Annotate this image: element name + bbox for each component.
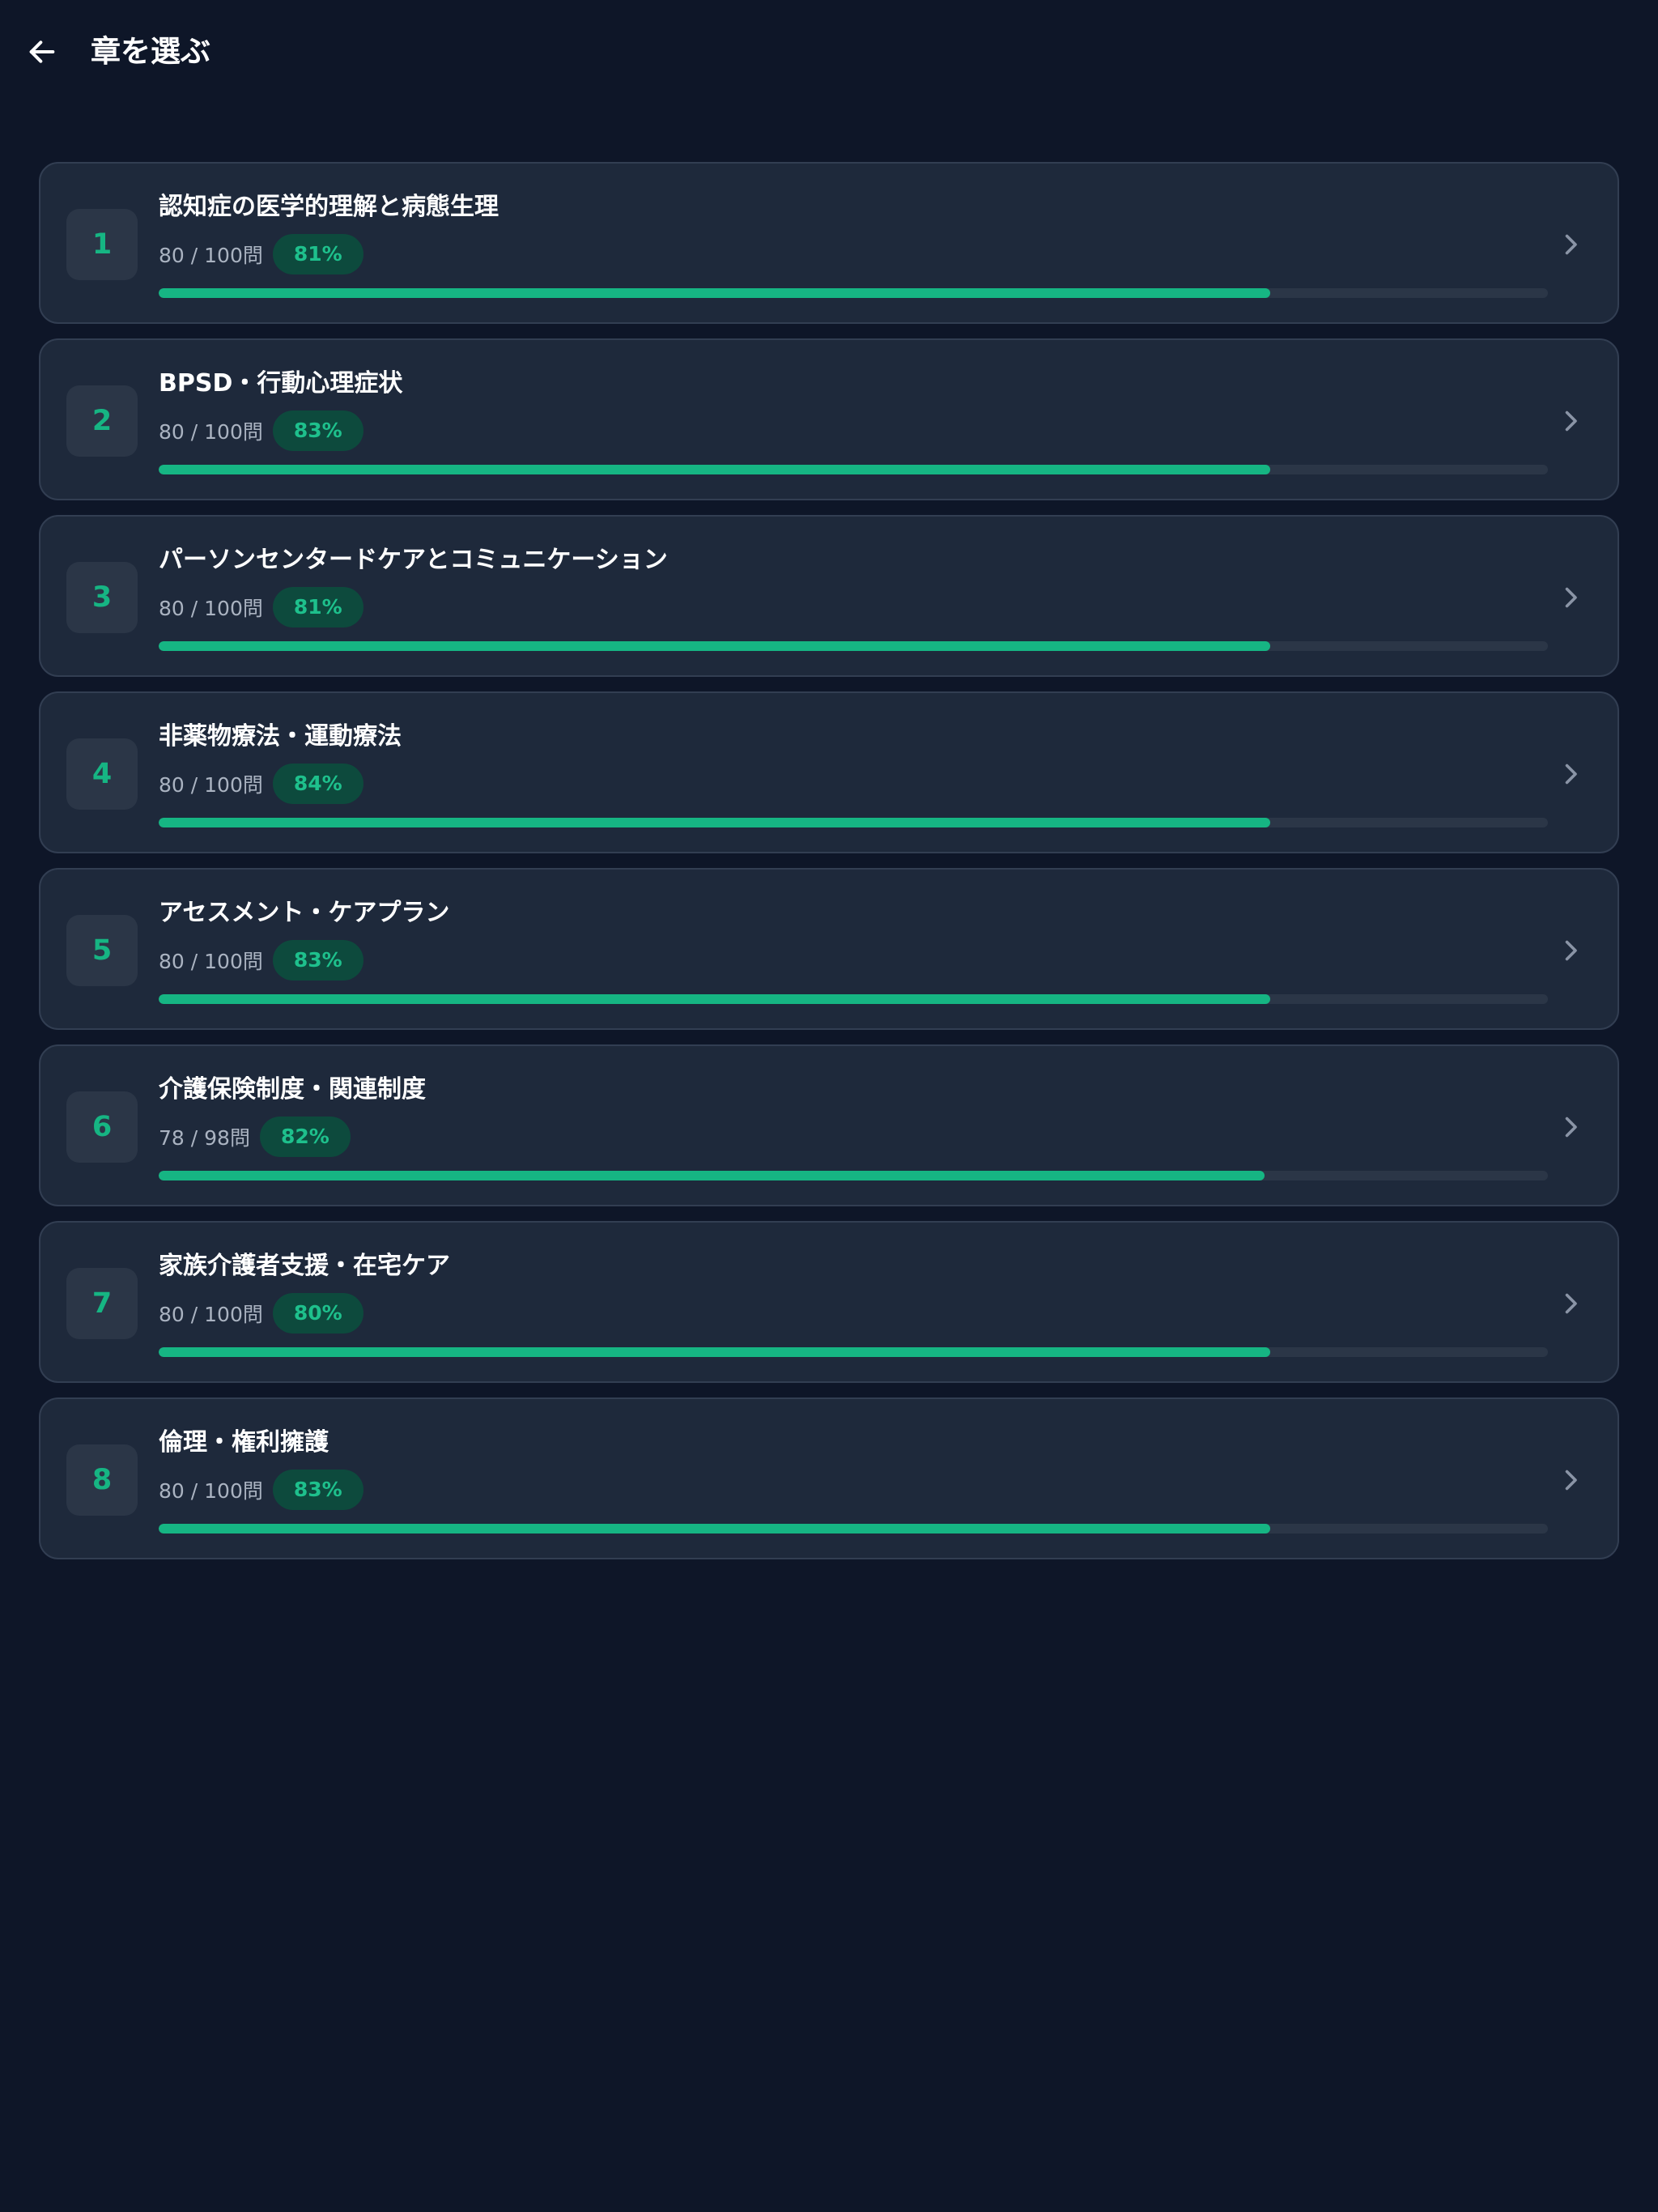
chapter-stats: 80 / 100問 83%: [159, 410, 363, 452]
question-count: 80 / 100問: [159, 1479, 263, 1503]
progress-fill: [159, 465, 1270, 474]
chapter-title: 倫理・権利擁護: [159, 1428, 329, 1457]
chapter-title: パーソンセンタードケアとコミュニケーション: [159, 546, 668, 574]
accuracy-badge: 81%: [272, 234, 363, 274]
arrow-left-icon: [29, 40, 55, 63]
progress-track: [159, 1171, 1548, 1180]
accuracy-badge: 83%: [272, 410, 363, 451]
accuracy-badge: 83%: [272, 1470, 363, 1510]
chapter-number: 1: [66, 209, 138, 280]
accuracy-badge: 84%: [272, 764, 363, 804]
accuracy-badge: 80%: [272, 1293, 363, 1334]
chapter-card[interactable]: 8 倫理・権利擁護 80 / 100問 83%: [39, 1397, 1619, 1559]
chapter-card[interactable]: 7 家族介護者支援・在宅ケア 80 / 100問 80%: [39, 1221, 1619, 1383]
progress-fill: [159, 288, 1270, 298]
chapter-number: 4: [66, 738, 138, 810]
accuracy-badge: 81%: [272, 587, 363, 627]
progress-track: [159, 465, 1548, 474]
chapter-title: 家族介護者支援・在宅ケア: [159, 1252, 450, 1280]
progress-track: [159, 288, 1548, 298]
accuracy-badge: 82%: [259, 1117, 351, 1157]
progress-fill: [159, 1347, 1270, 1357]
chapter-number: 7: [66, 1268, 138, 1339]
app-header: 章を選ぶ: [0, 0, 1658, 104]
chapter-number: 6: [66, 1091, 138, 1163]
progress-fill: [159, 641, 1270, 651]
question-count: 80 / 100問: [159, 950, 263, 973]
progress-fill: [159, 994, 1270, 1004]
chapter-card[interactable]: 1 認知症の医学的理解と病態生理 80 / 100問 81%: [39, 162, 1619, 324]
progress-track: [159, 641, 1548, 651]
progress-fill: [159, 1171, 1265, 1180]
progress-track: [159, 818, 1548, 827]
chapter-title: 介護保険制度・関連制度: [159, 1075, 426, 1104]
chapter-card[interactable]: 2 BPSD・行動心理症状 80 / 100問 83%: [39, 338, 1619, 500]
chevron-right-icon: [1551, 578, 1590, 617]
progress-fill: [159, 818, 1270, 827]
progress-fill: [159, 1524, 1270, 1534]
chapter-title: 非薬物療法・運動療法: [159, 722, 402, 751]
chapter-stats: 80 / 100問 84%: [159, 763, 363, 805]
chevron-right-icon: [1551, 931, 1590, 970]
chapter-card[interactable]: 5 アセスメント・ケアプラン 80 / 100問 83%: [39, 868, 1619, 1030]
chevron-right-icon: [1551, 225, 1590, 264]
chapter-number: 5: [66, 915, 138, 986]
chapter-list: 1 認知症の医学的理解と病態生理 80 / 100問 81% 2 BPSD・行動…: [39, 162, 1619, 1574]
chapter-number: 3: [66, 562, 138, 633]
chapter-stats: 80 / 100問 83%: [159, 939, 363, 981]
question-count: 78 / 98問: [159, 1126, 250, 1150]
chevron-right-icon: [1551, 1108, 1590, 1146]
chapter-stats: 80 / 100問 81%: [159, 586, 363, 628]
question-count: 80 / 100問: [159, 773, 263, 797]
question-count: 80 / 100問: [159, 597, 263, 620]
chapter-stats: 80 / 100問 81%: [159, 233, 363, 275]
chapter-title: 認知症の医学的理解と病態生理: [159, 193, 499, 221]
back-button[interactable]: [18, 23, 66, 81]
progress-track: [159, 1347, 1548, 1357]
chevron-right-icon: [1551, 1461, 1590, 1499]
chevron-right-icon: [1551, 755, 1590, 793]
chevron-right-icon: [1551, 1284, 1590, 1323]
page-title: 章を選ぶ: [91, 34, 210, 69]
chapter-card[interactable]: 3 パーソンセンタードケアとコミュニケーション 80 / 100問 81%: [39, 515, 1619, 677]
question-count: 80 / 100問: [159, 1303, 263, 1326]
chapter-title: BPSD・行動心理症状: [159, 369, 403, 398]
chevron-right-icon: [1551, 402, 1590, 440]
question-count: 80 / 100問: [159, 244, 263, 267]
chapter-number: 2: [66, 385, 138, 457]
chapter-card[interactable]: 6 介護保険制度・関連制度 78 / 98問 82%: [39, 1044, 1619, 1206]
progress-track: [159, 1524, 1548, 1534]
chapter-stats: 80 / 100問 83%: [159, 1469, 363, 1511]
chapter-number: 8: [66, 1444, 138, 1516]
chapter-card[interactable]: 4 非薬物療法・運動療法 80 / 100問 84%: [39, 691, 1619, 853]
chapter-title: アセスメント・ケアプラン: [159, 899, 450, 927]
chapter-stats: 80 / 100問 80%: [159, 1292, 363, 1334]
question-count: 80 / 100問: [159, 420, 263, 444]
chapter-stats: 78 / 98問 82%: [159, 1116, 351, 1158]
accuracy-badge: 83%: [272, 940, 363, 981]
progress-track: [159, 994, 1548, 1004]
